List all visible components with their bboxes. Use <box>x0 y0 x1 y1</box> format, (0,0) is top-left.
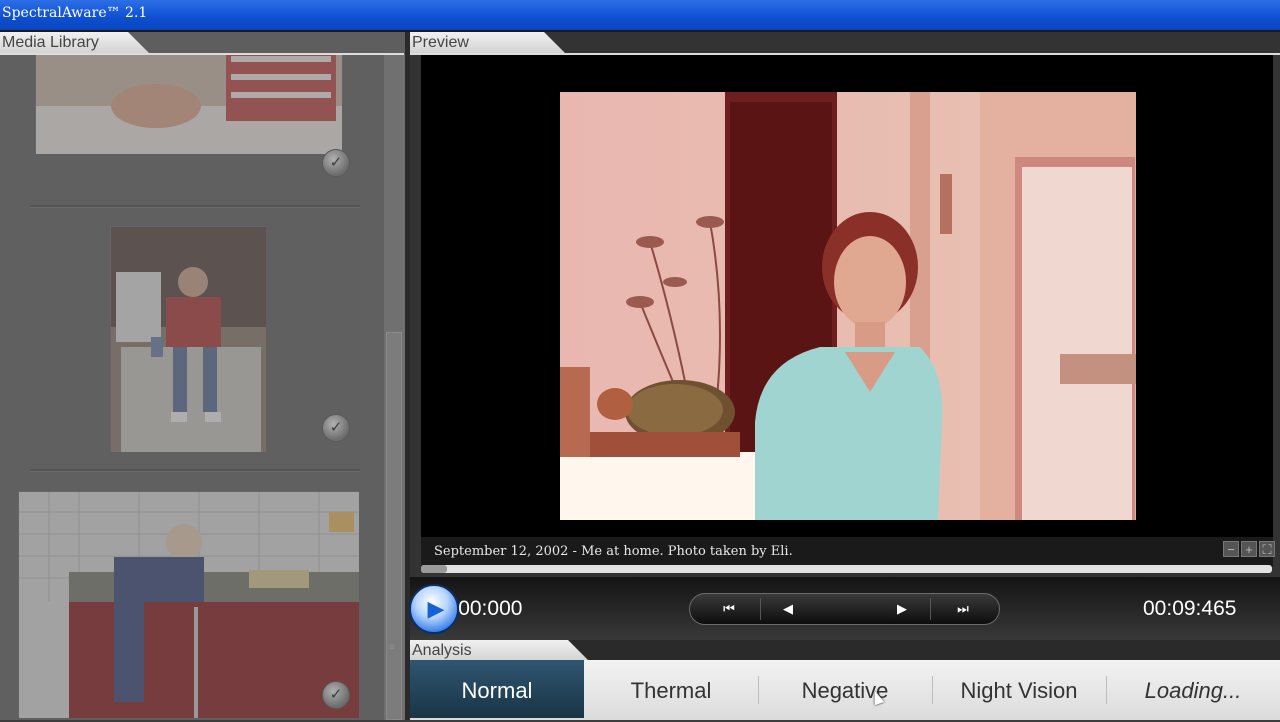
step-back-icon[interactable]: ◀ <box>768 594 808 624</box>
tab-loading[interactable]: Loading... <box>1106 660 1280 718</box>
zoom-out-icon[interactable]: − <box>1223 541 1239 557</box>
tab-thermal[interactable]: Thermal <box>584 660 758 718</box>
control-separator <box>930 598 931 620</box>
thumbnail-separator <box>30 205 360 208</box>
thumbnail-2[interactable] <box>110 226 266 452</box>
transport-bar: 00:00:000 ⏮ ◀ ▶ ⏭ 00:09:465 <box>410 577 1280 643</box>
zoom-in-icon[interactable]: + <box>1241 541 1257 557</box>
preview-tab[interactable]: Preview <box>410 32 566 54</box>
preview-panel: Preview September 12, 2002 - Me at home.… <box>410 32 1280 640</box>
preview-photo <box>560 92 1136 520</box>
tab-negative[interactable]: Negative <box>758 660 932 718</box>
thumbnail-3[interactable] <box>18 491 359 718</box>
scroll-grip-icon: ≡ <box>389 642 395 653</box>
skip-to-start-icon[interactable]: ⏮ <box>704 594 754 624</box>
thumbnail-1-check-icon[interactable]: ✓ <box>322 149 350 177</box>
analysis-mode-tabs: Normal Thermal Negative Night Vision Loa… <box>410 660 1280 720</box>
analysis-header: Analysis <box>410 640 1280 662</box>
tab-normal[interactable]: Normal <box>410 660 584 718</box>
progress-fill[interactable] <box>421 565 447 573</box>
media-library-tab[interactable]: Media Library <box>0 32 150 54</box>
play-button[interactable]: ▶ <box>409 584 459 634</box>
library-scrollbar-thumb[interactable] <box>386 332 402 720</box>
photo-caption: September 12, 2002 - Me at home. Photo t… <box>421 537 1273 567</box>
thumbnail-2-image <box>111 227 266 452</box>
tab-night-vision[interactable]: Night Vision <box>932 660 1106 718</box>
step-forward-icon[interactable]: ▶ <box>882 594 922 624</box>
skip-to-end-icon[interactable]: ⏭ <box>938 594 988 624</box>
thumbnail-3-check-icon[interactable]: ✓ <box>322 681 350 709</box>
app-title: SpectralAware™ 2.1 <box>2 5 148 21</box>
total-time: 00:09:465 <box>1143 597 1237 620</box>
thumbnail-1-image <box>36 55 342 154</box>
thumbnail-separator <box>30 469 360 472</box>
thumbnail-1[interactable] <box>35 55 342 154</box>
thumbnail-2-check-icon[interactable]: ✓ <box>322 414 350 442</box>
thumbnail-3-image <box>19 492 359 718</box>
playback-controls: ⏮ ◀ ▶ ⏭ <box>689 593 1000 625</box>
media-library-panel: Media Library ✓ ✓ ✓ <box>0 32 405 720</box>
progress-track[interactable] <box>421 565 1272 573</box>
title-bar: SpectralAware™ 2.1 <box>0 0 1280 30</box>
thumbnail-list[interactable]: ✓ ✓ ✓ <box>0 55 384 720</box>
control-separator <box>760 598 761 620</box>
preview-viewer[interactable] <box>421 55 1273 567</box>
preview-photo-image <box>560 92 1136 520</box>
analysis-tab[interactable]: Analysis <box>410 640 590 662</box>
fit-screen-icon[interactable]: ⛶ <box>1259 541 1275 557</box>
